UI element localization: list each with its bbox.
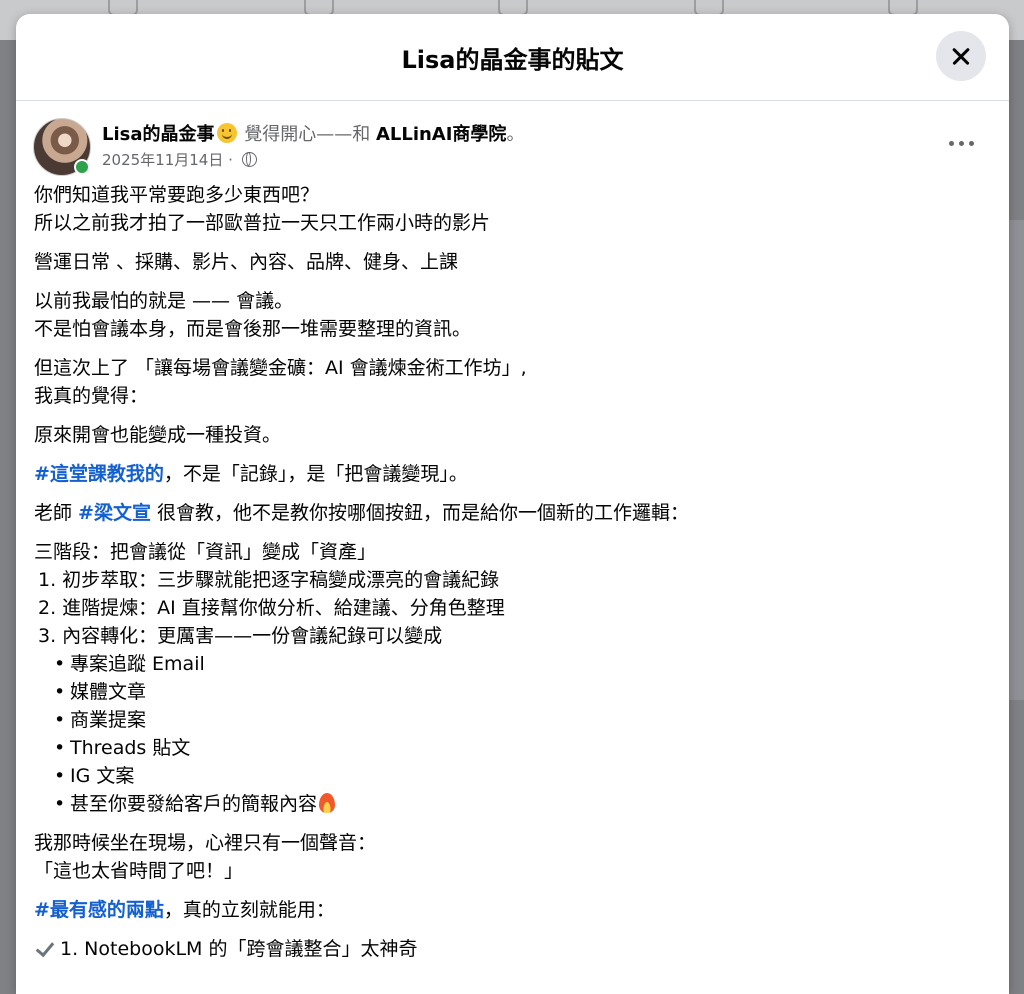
text-line: 1. NotebookLM 的「跨會議整合」太神奇 <box>34 935 991 963</box>
text-line: 你們知道我平常要跑多少東西吧？ <box>34 184 320 206</box>
feeling-text: 覺得開心——和 <box>238 124 376 145</box>
paragraph: 我那時候坐在現場，心裡只有一個聲音： 「這也太省時間了吧！」 <box>34 829 991 885</box>
bullet-text: 媒體文章 <box>70 681 147 703</box>
paragraph: 但這次上了 「讓每場會議變金礦：AI 會議煉金術工作坊」, 我真的覺得： <box>34 354 991 410</box>
close-icon[interactable] <box>936 31 986 81</box>
text-line: 所以之前我才拍了一部歐普拉一天只工作兩小時的影片 <box>34 212 491 234</box>
text-fragment: 很會教，他不是教你按哪個按鈕，而是給你一個新的工作邏輯： <box>150 502 690 524</box>
hashtag-link[interactable]: #最有感的兩點 <box>34 899 164 921</box>
paragraph: 三階段：把會議從「資訊」變成「資產」 1. 初步萃取：三步驟就能把逐字稿變成漂亮… <box>34 538 991 818</box>
post-meta: 2025年11月14日 · <box>102 149 257 170</box>
text-line: 我真的覺得： <box>34 385 149 407</box>
text-line: #最有感的兩點，真的立刻就能用： <box>34 896 991 924</box>
paragraph: #最有感的兩點，真的立刻就能用： <box>34 896 991 924</box>
text-fragment: ，不是「記錄」，是「把會議變現」。 <box>163 463 468 485</box>
bullet-item: • 商業提案 <box>54 709 147 731</box>
post-header: Lisa的晶金事 覺得開心——和 ALLinAI商學院。 2025年11月14日… <box>16 101 1009 179</box>
text-line: #這堂課教我的，不是「記錄」，是「把會議變現」。 <box>34 460 991 488</box>
more-options-icon[interactable] <box>949 134 979 152</box>
text-line: 原來開會也能變成一種投資。 <box>34 424 282 446</box>
author-line: Lisa的晶金事 覺得開心——和 ALLinAI商學院。 <box>102 120 524 146</box>
text-fragment: 老師 <box>34 502 79 524</box>
text-line: 我那時候坐在現場，心裡只有一個聲音： <box>34 832 377 854</box>
check-mark-icon <box>34 938 54 958</box>
post-modal: Lisa的晶金事的貼文 Lisa的晶金事 覺得開心——和 ALLinAI商學院。… <box>16 14 1009 994</box>
modal-title: Lisa的晶金事的貼文 <box>401 46 624 74</box>
bullet-text: IG 文案 <box>70 765 135 787</box>
paragraph: 1. NotebookLM 的「跨會議整合」太神奇 <box>34 935 991 963</box>
paragraph: #這堂課教我的，不是「記錄」，是「把會議變現」。 <box>34 460 991 488</box>
paragraph: 你們知道我平常要跑多少東西吧？ 所以之前我才拍了一部歐普拉一天只工作兩小時的影片 <box>34 181 991 237</box>
text-line: 三階段：把會議從「資訊」變成「資產」 <box>34 541 377 563</box>
paragraph: 以前我最怕的就是 —— 會議。 不是怕會議本身，而是會後那一堆需要整理的資訊。 <box>34 287 991 343</box>
post-body: 你們知道我平常要跑多少東西吧？ 所以之前我才拍了一部歐普拉一天只工作兩小時的影片… <box>16 179 1009 963</box>
tagged-page[interactable]: ALLinAI商學院 <box>376 124 506 145</box>
background-page-edge <box>1008 220 1024 700</box>
globe-icon[interactable] <box>241 152 257 167</box>
bullet-text: 甚至你要發給客戶的簡報內容 <box>70 793 318 815</box>
text-line: 以前我最怕的就是 —— 會議。 <box>34 290 294 312</box>
smile-emoji-icon <box>216 123 237 143</box>
author-name[interactable]: Lisa的晶金事 <box>102 124 215 145</box>
list-item: 2. 進階提煉：AI 直接幫你做分析、給建議、分角色整理 <box>38 597 505 619</box>
bullet-item: • 專案追蹤 Email <box>54 653 205 675</box>
text-line: 營運日常 、採購、影片、內容、品牌、健身、上課 <box>34 251 459 273</box>
meta-separator: · <box>223 151 238 169</box>
hashtag-link[interactable]: #這堂課教我的 <box>34 463 164 485</box>
bullet-text: 商業提案 <box>70 709 147 731</box>
paragraph: 老師 #梁文宣 很會教，他不是教你按哪個按鈕，而是給你一個新的工作邏輯： <box>34 499 991 527</box>
bullet-text: 專案追蹤 Email <box>70 653 205 675</box>
list-item: 1. 初步萃取：三步驟就能把逐字稿變成漂亮的會議紀錄 <box>38 569 500 591</box>
text-fragment: 1. NotebookLM 的「跨會議整合」太神奇 <box>60 938 418 960</box>
post-date[interactable]: 2025年11月14日 <box>102 151 223 169</box>
text-fragment: ，真的立刻就能用： <box>163 899 335 921</box>
text-line: 但這次上了 「讓每場會議變金礦：AI 會議煉金術工作坊」, <box>34 357 527 379</box>
fire-emoji-icon <box>319 793 336 813</box>
paragraph: 原來開會也能變成一種投資。 <box>34 421 991 449</box>
bullet-text: Threads 貼文 <box>70 737 191 759</box>
bullet-item: • Threads 貼文 <box>54 737 191 759</box>
modal-header: Lisa的晶金事的貼文 <box>16 14 1009 101</box>
author-line-tail: 。 <box>506 124 525 145</box>
bullet-item: • 媒體文章 <box>54 681 147 703</box>
online-status-icon <box>74 159 90 175</box>
text-line: 老師 #梁文宣 很會教，他不是教你按哪個按鈕，而是給你一個新的工作邏輯： <box>34 499 991 527</box>
list-item: 3. 內容轉化：更厲害——一份會議紀錄可以變成 <box>38 625 443 647</box>
text-line: 不是怕會議本身，而是會後那一堆需要整理的資訊。 <box>34 318 472 340</box>
text-line: 「這也太省時間了吧！」 <box>34 860 244 882</box>
bullet-item: • 甚至你要發給客戶的簡報內容 <box>34 790 991 818</box>
bullet-item: • IG 文案 <box>54 765 135 787</box>
hashtag-link[interactable]: #梁文宣 <box>78 502 151 524</box>
paragraph: 營運日常 、採購、影片、內容、品牌、健身、上課 <box>34 248 991 276</box>
